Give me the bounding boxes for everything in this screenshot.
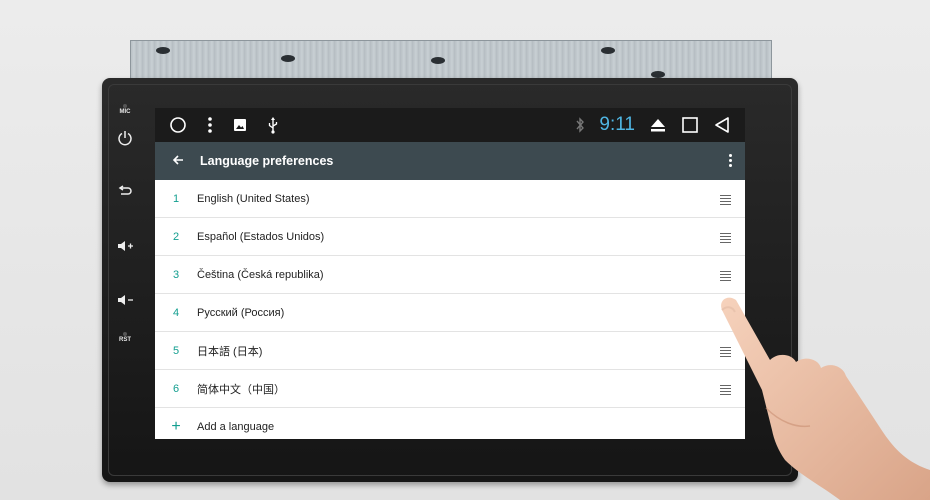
overflow-dots-icon[interactable] [207,116,213,134]
status-bar: 9:11 [155,108,745,142]
language-name: English (United States) [197,192,310,205]
back-button[interactable] [155,153,200,170]
language-index: 3 [172,268,180,281]
mic-label: MIC [119,109,131,115]
language-row-2[interactable]: 2 Español (Estados Unidos) [155,218,745,256]
eject-icon[interactable] [649,117,667,133]
chassis-hole [651,71,665,78]
chassis-hole [281,55,295,62]
add-language-button[interactable]: + Add a language [155,408,745,439]
language-name: Español (Estados Unidos) [197,230,325,243]
image-notification-icon [234,119,246,131]
drag-handle-icon[interactable] [720,233,731,245]
language-row-4[interactable]: 4 Русский (Россия) [155,294,745,332]
reset-key[interactable]: RST [102,332,148,343]
language-name: 日本語 (日本) [197,345,263,358]
language-index: 2 [172,230,180,243]
language-name: 简体中文（中国） [197,383,285,396]
back-arrow-icon [118,185,132,195]
add-language-label: Add a language [197,420,275,433]
app-bar: Language preferences [155,142,745,180]
language-index: 5 [172,344,180,357]
language-list: 1 English (United States) 2 Español (Est… [155,180,745,408]
usb-icon [268,117,278,134]
drag-handle-icon[interactable] [720,195,731,207]
reset-icon [123,332,127,336]
android-screen: 9:11 Language preferences 1 English (Uni… [155,108,745,439]
power-icon [118,131,132,146]
plus-icon: + [171,417,181,435]
page-title: Language preferences [200,154,334,168]
drag-handle-icon[interactable] [720,271,731,283]
bluetooth-icon [576,117,585,133]
mic-icon [123,104,127,108]
language-row-3[interactable]: 3 Čeština (Česká republika) [155,256,745,294]
more-vert-icon[interactable] [729,154,733,169]
language-row-1[interactable]: 1 English (United States) [155,180,745,218]
language-row-5[interactable]: 5 日本語 (日本) [155,332,745,370]
back-key[interactable] [102,185,148,199]
language-name: Русский (Россия) [197,306,285,319]
clock: 9:11 [599,114,635,135]
volume-down-icon [118,295,133,305]
reset-label: RST [119,337,131,343]
pointing-hand-image [721,297,930,500]
volume-up-key[interactable] [102,240,148,252]
chassis-hole [601,47,615,54]
chassis-hole [156,47,170,54]
chassis-hole [431,57,445,64]
mic: MIC [102,104,148,115]
volume-up-icon [118,241,133,251]
volume-down-key[interactable] [102,294,148,306]
language-index: 1 [172,192,180,205]
power-button[interactable] [102,130,148,146]
back-triangle-icon[interactable] [713,116,731,134]
recents-square-icon[interactable] [681,116,699,134]
arrow-left-icon [172,154,183,165]
unit-chassis [130,40,772,82]
home-circle-icon[interactable] [169,116,187,134]
language-row-6[interactable]: 6 简体中文（中国） [155,370,745,408]
language-name: Čeština (Česká republika) [197,268,324,281]
language-index: 6 [172,382,180,395]
language-index: 4 [172,306,180,319]
